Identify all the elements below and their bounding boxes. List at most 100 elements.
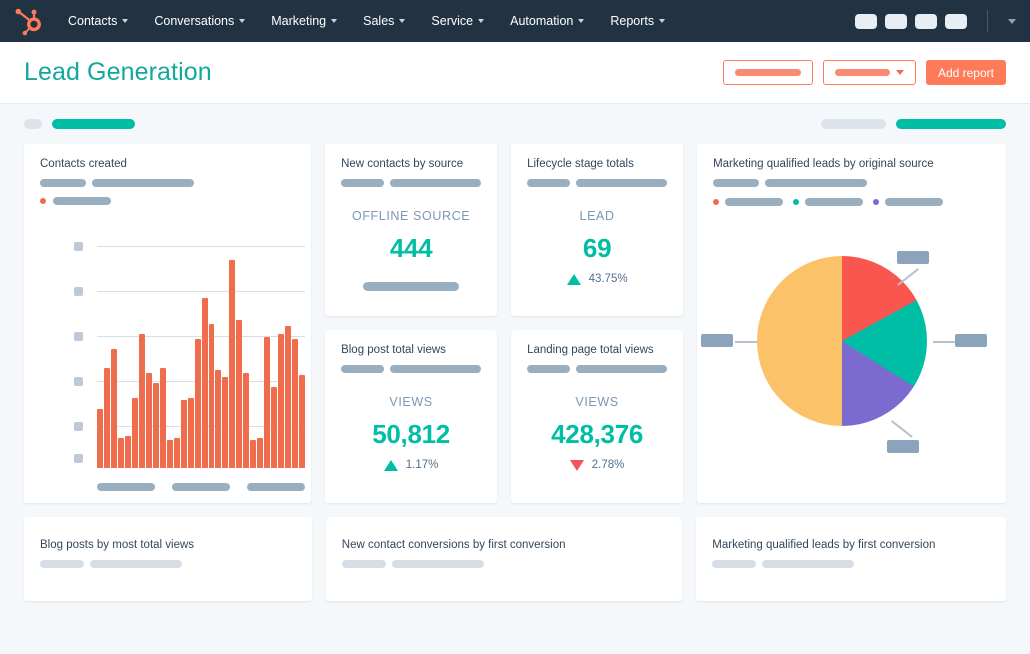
caret-down-icon	[895, 70, 904, 75]
bar	[131, 398, 138, 468]
bar	[222, 376, 229, 468]
legend-entry	[713, 198, 784, 206]
dashboard-row-2: Blog posts by most total views New conta…	[24, 517, 1006, 601]
card-subtitle-placeholders	[24, 551, 312, 568]
y-axis-tick-placeholder	[74, 377, 83, 386]
chevron-down-icon	[122, 19, 129, 23]
pie-leader-line	[891, 420, 913, 438]
nav-item-service[interactable]: Service	[421, 8, 494, 34]
filter-placeholder[interactable]	[24, 119, 42, 129]
legend-entry	[793, 198, 864, 206]
card-lifecycle-stage-totals[interactable]: Lifecycle stage totals LEAD 69 43.75%	[511, 144, 684, 316]
kpi-delta: 2.78%	[511, 459, 683, 471]
nav-item-conversations[interactable]: Conversations	[144, 8, 255, 34]
filter-placeholder[interactable]	[821, 119, 886, 129]
bar	[250, 440, 257, 468]
chevron-down-icon	[331, 19, 338, 23]
dashboard-column-middle-2: Lifecycle stage totals LEAD 69 43.75% La…	[511, 144, 684, 503]
subtitle-placeholder	[341, 560, 386, 568]
pie-label-placeholder	[955, 334, 988, 347]
pie-leader-line	[735, 341, 758, 343]
secondary-action-button[interactable]	[722, 60, 813, 85]
card-subtitle-placeholders	[24, 170, 311, 187]
legend-label-placeholder	[885, 198, 944, 206]
dashboard-column-middle-1: New contacts by source OFFLINE SOURCE 44…	[325, 144, 498, 503]
triangle-up-icon	[566, 273, 581, 285]
nav-item-marketing[interactable]: Marketing	[261, 8, 347, 34]
card-subtitle-placeholders	[511, 170, 683, 187]
card-title: New contacts by source	[341, 158, 464, 170]
dashboard-row-1: Contacts created New contacts by source …	[24, 144, 1006, 503]
add-report-button[interactable]: Add report	[925, 60, 1006, 85]
bar-chart	[24, 236, 313, 503]
nav-item-label: Reports	[610, 14, 655, 28]
nav-utility-placeholder[interactable]	[945, 13, 967, 29]
dropdown-action-button[interactable]	[822, 60, 916, 85]
card-subtitle-placeholders	[325, 356, 497, 373]
bar	[124, 436, 131, 468]
chevron-down-icon	[578, 19, 585, 23]
nav-item-automation[interactable]: Automation	[500, 8, 594, 34]
card-title: New contact conversions by first convers…	[341, 539, 566, 551]
pie-chart	[697, 232, 1008, 502]
bar	[110, 349, 117, 468]
kpi-label: VIEWS	[575, 395, 619, 409]
nav-item-reports[interactable]: Reports	[600, 8, 675, 34]
y-axis-tick-placeholder	[74, 422, 83, 431]
x-axis-label-placeholder	[97, 483, 155, 491]
nav-utility-placeholder[interactable]	[885, 13, 907, 29]
triangle-up-icon	[383, 459, 398, 471]
card-title: Landing page total views	[527, 344, 654, 356]
card-contacts-created[interactable]: Contacts created	[24, 144, 313, 503]
legend-label-placeholder	[805, 198, 864, 206]
bar	[138, 334, 145, 468]
filter-chip[interactable]	[896, 119, 1006, 129]
card-blog-posts-by-most-total-views[interactable]: Blog posts by most total views	[24, 517, 312, 601]
card-blog-post-total-views[interactable]: Blog post total views VIEWS 50,812 1.17%	[325, 330, 498, 503]
card-new-contacts-by-source[interactable]: New contacts by source OFFLINE SOURCE 44…	[325, 144, 498, 316]
card-landing-page-total-views[interactable]: Landing page total views VIEWS 428,376 2…	[511, 330, 684, 503]
chevron-down-icon[interactable]	[1008, 18, 1016, 24]
kpi-label: LEAD	[579, 209, 615, 223]
card-mql-by-original-source[interactable]: Marketing qualified leads by original so…	[697, 144, 1006, 503]
kpi-delta-value: 43.75%	[588, 273, 628, 285]
bar	[97, 408, 103, 468]
subtitle-placeholder	[341, 365, 385, 373]
subtitle-placeholder	[527, 179, 571, 187]
card-subtitle-placeholders	[325, 170, 497, 187]
legend-dot-icon	[40, 198, 46, 204]
filter-chip[interactable]	[52, 119, 135, 129]
filter-bar-left	[24, 119, 135, 129]
card-new-contact-conversions[interactable]: New contact conversions by first convers…	[325, 517, 683, 601]
subtitle-placeholder	[92, 179, 194, 187]
chevron-down-icon	[239, 19, 246, 23]
hubspot-logo-icon[interactable]	[14, 6, 44, 36]
kpi-footer-placeholder	[363, 282, 460, 291]
chevron-down-icon	[478, 19, 485, 23]
chevron-down-icon	[399, 19, 406, 23]
bar	[173, 438, 180, 468]
subtitle-placeholder	[576, 365, 668, 373]
y-axis-tick-placeholder	[74, 454, 83, 463]
nav-item-contacts[interactable]: Contacts	[58, 8, 138, 34]
card-subtitle-placeholders	[696, 551, 1006, 568]
nav-items: Contacts Conversations Marketing Sales S…	[58, 8, 675, 34]
bar	[271, 387, 278, 468]
bar	[285, 325, 292, 468]
chevron-down-icon	[659, 19, 666, 23]
legend-dot-icon	[713, 199, 720, 205]
nav-item-label: Sales	[363, 14, 395, 28]
card-mql-by-first-conversion[interactable]: Marketing qualified leads by first conve…	[696, 517, 1006, 601]
nav-utility-placeholder[interactable]	[855, 13, 877, 29]
x-axis-labels	[97, 483, 305, 491]
nav-item-sales[interactable]: Sales	[353, 8, 415, 34]
bar	[103, 368, 110, 468]
triangle-down-icon	[569, 459, 584, 471]
nav-utility-placeholder[interactable]	[915, 13, 937, 29]
bar	[257, 438, 264, 468]
bar	[278, 334, 285, 468]
kpi-delta: 43.75%	[511, 273, 683, 285]
nav-utility-area	[855, 0, 1016, 42]
kpi-label: VIEWS	[389, 395, 433, 409]
legend-label-placeholder	[53, 197, 111, 205]
